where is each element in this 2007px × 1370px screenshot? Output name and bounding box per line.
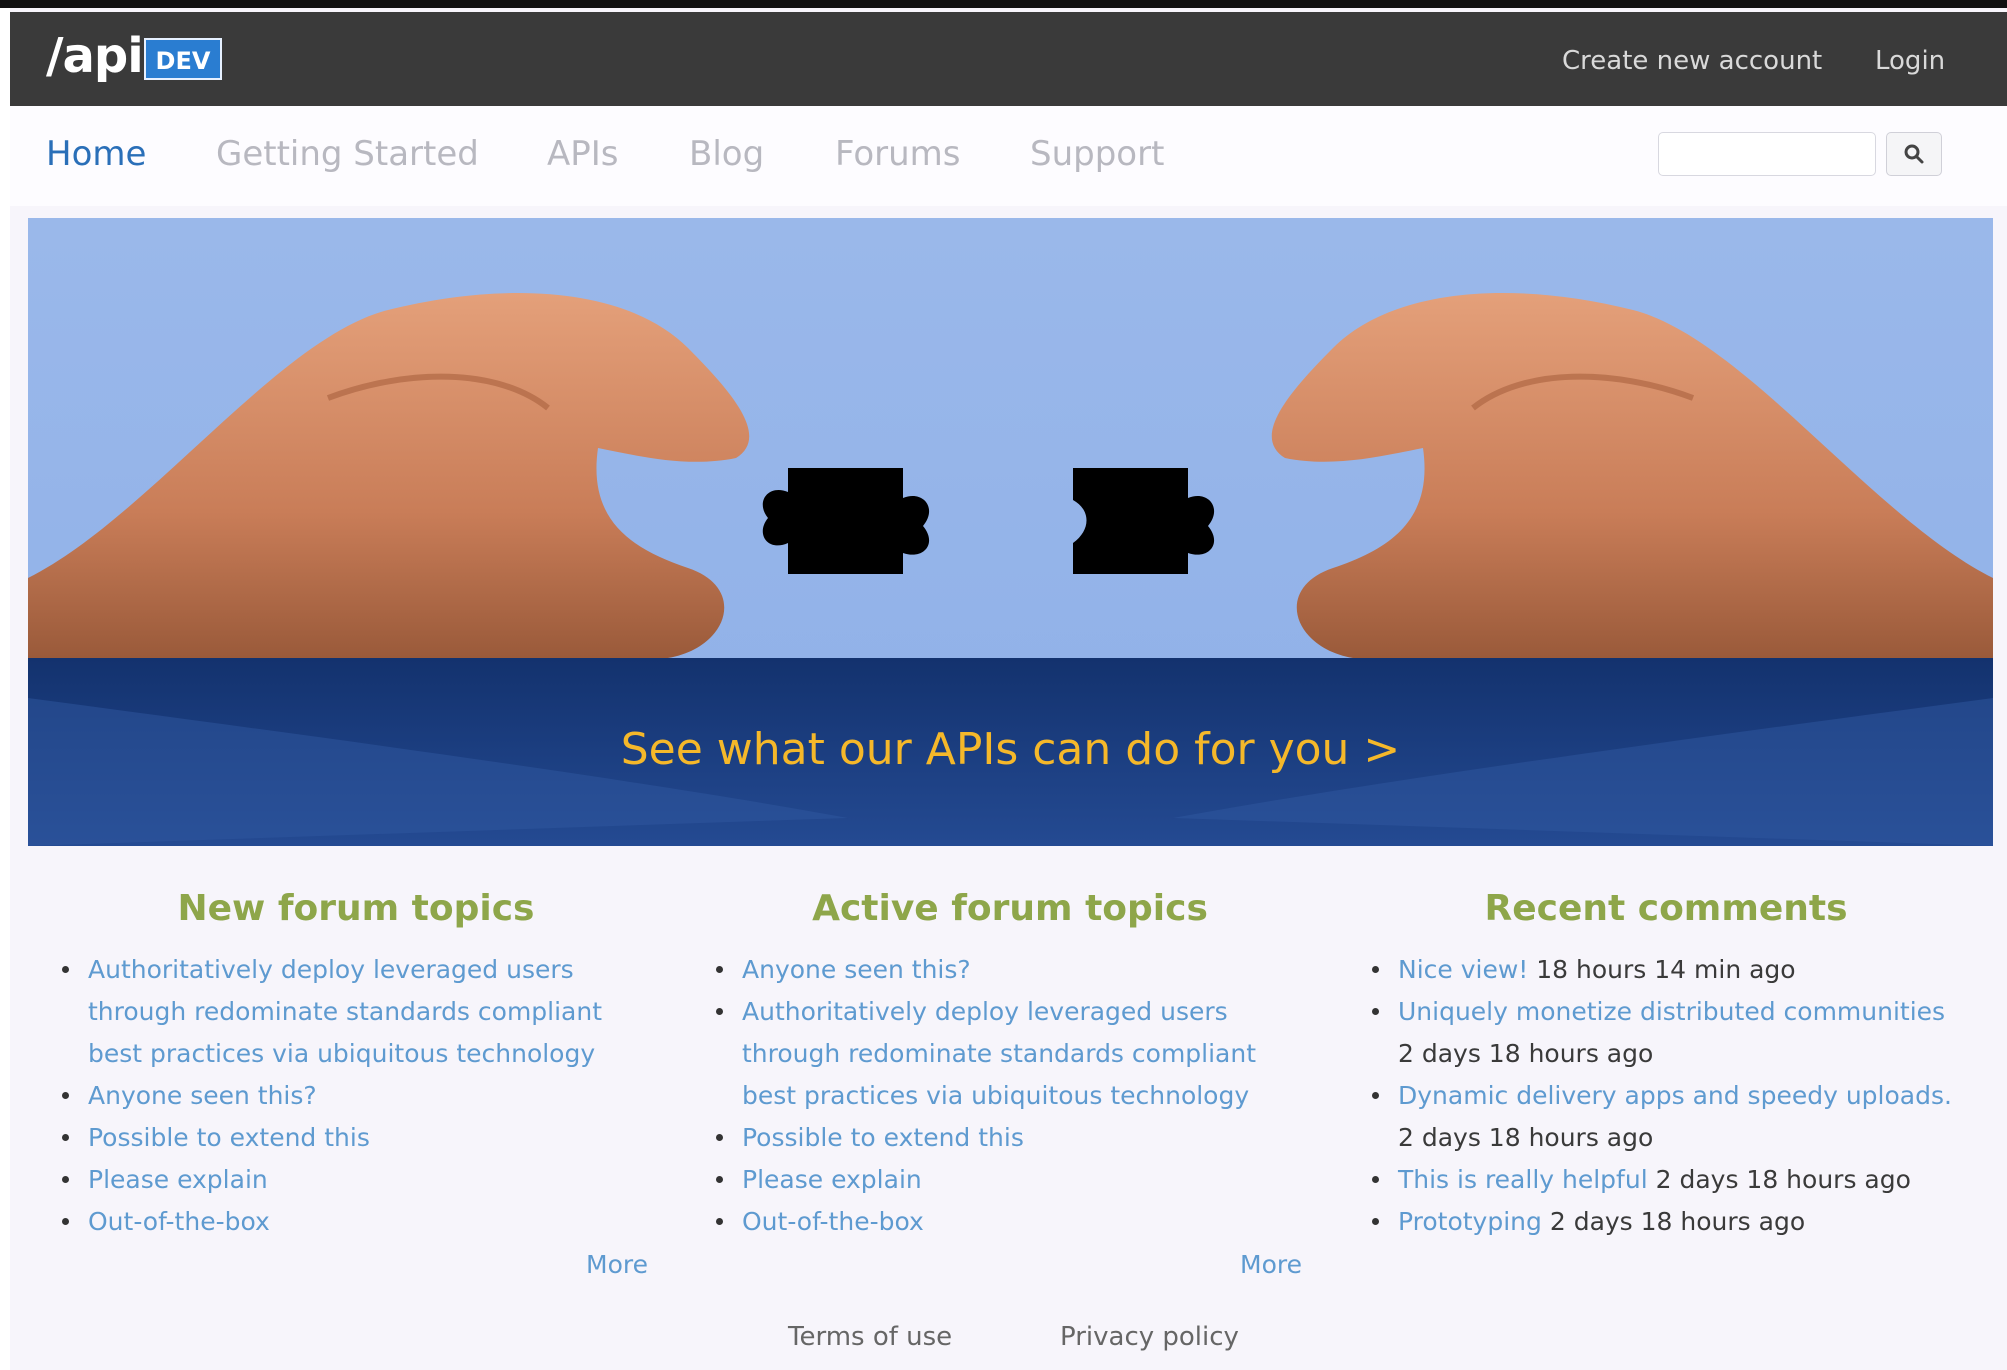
nav-getting-started[interactable]: Getting Started (216, 134, 479, 174)
list-item: Please explain (56, 1159, 656, 1201)
nav-support[interactable]: Support (1030, 134, 1164, 174)
comment-link[interactable]: Uniquely monetize distributed communitie… (1398, 997, 1945, 1026)
search-icon (1904, 144, 1924, 164)
site-header: /api DEV Create new account Login (10, 12, 2007, 106)
nav-apis[interactable]: APIs (547, 134, 619, 174)
window-top-edge (0, 0, 2007, 8)
list-item: Possible to extend this (56, 1117, 656, 1159)
topic-link[interactable]: Possible to extend this (88, 1123, 370, 1152)
list-item: Out-of-the-box (710, 1201, 1310, 1243)
topic-link[interactable]: Out-of-the-box (742, 1207, 924, 1236)
new-topics-more-link[interactable]: More (586, 1250, 648, 1279)
nav-blog[interactable]: Blog (689, 134, 764, 174)
comment-link[interactable]: Nice view! (1398, 955, 1528, 984)
list-item: Dynamic delivery apps and speedy uploads… (1366, 1075, 1966, 1159)
list-item: Uniquely monetize distributed communitie… (1366, 991, 1966, 1075)
comment-time: 2 days 18 hours ago (1549, 1207, 1806, 1236)
main-nav: Home Getting Started APIs Blog Forums Su… (10, 106, 2007, 206)
active-forum-topics-section: Active forum topics Anyone seen this? Au… (710, 888, 1310, 1243)
terms-of-use-link[interactable]: Terms of use (788, 1322, 952, 1352)
topic-link[interactable]: Anyone seen this? (742, 955, 971, 984)
comment-link[interactable]: Prototyping (1398, 1207, 1542, 1236)
login-link[interactable]: Login (1875, 46, 1945, 76)
section-title: Recent comments (1484, 888, 1848, 929)
topic-link[interactable]: Anyone seen this? (88, 1081, 317, 1110)
topic-link[interactable]: Please explain (742, 1165, 922, 1194)
comment-time: 2 days 18 hours ago (1398, 1039, 1654, 1068)
nav-forums[interactable]: Forums (835, 134, 961, 174)
topic-link[interactable]: Authoritatively deploy leveraged users t… (88, 955, 602, 1068)
comment-link[interactable]: This is really helpful (1398, 1165, 1648, 1194)
search-input[interactable] (1658, 132, 1876, 176)
comment-time: 2 days 18 hours ago (1398, 1123, 1654, 1152)
list-item: Nice view! 18 hours 14 min ago (1366, 949, 1966, 991)
active-topics-more-link[interactable]: More (1240, 1250, 1302, 1279)
list-item: Authoritatively deploy leveraged users t… (56, 949, 656, 1075)
hero-banner[interactable]: See what our APIs can do for you > (28, 218, 1993, 846)
site-logo[interactable]: /api (46, 28, 144, 84)
section-title: New forum topics (177, 888, 535, 929)
section-title: Active forum topics (812, 888, 1208, 929)
topic-link[interactable]: Please explain (88, 1165, 268, 1194)
new-forum-topics-section: New forum topics Authoritatively deploy … (56, 888, 656, 1243)
list-item: Possible to extend this (710, 1117, 1310, 1159)
create-account-link[interactable]: Create new account (1562, 46, 1822, 76)
comment-link[interactable]: Dynamic delivery apps and speedy uploads… (1398, 1081, 1952, 1110)
comment-time: 2 days 18 hours ago (1655, 1165, 1911, 1194)
list-item: Anyone seen this? (710, 949, 1310, 991)
comment-time: 18 hours 14 min ago (1536, 955, 1796, 984)
list-item: Anyone seen this? (56, 1075, 656, 1117)
hero-cta-link[interactable]: See what our APIs can do for you > (28, 724, 1993, 775)
nav-home[interactable]: Home (46, 134, 146, 174)
topic-link[interactable]: Out-of-the-box (88, 1207, 270, 1236)
recent-comments-section: Recent comments Nice view! 18 hours 14 m… (1366, 888, 1966, 1243)
list-item: Out-of-the-box (56, 1201, 656, 1243)
list-item: Prototyping 2 days 18 hours ago (1366, 1201, 1966, 1243)
list-item: This is really helpful 2 days 18 hours a… (1366, 1159, 1966, 1201)
list-item: Please explain (710, 1159, 1310, 1201)
topic-link[interactable]: Authoritatively deploy leveraged users t… (742, 997, 1256, 1110)
list-item: Authoritatively deploy leveraged users t… (710, 991, 1310, 1117)
privacy-policy-link[interactable]: Privacy policy (1060, 1322, 1239, 1352)
dev-badge: DEV (144, 38, 222, 80)
topic-link[interactable]: Possible to extend this (742, 1123, 1024, 1152)
search-button[interactable] (1886, 132, 1942, 176)
